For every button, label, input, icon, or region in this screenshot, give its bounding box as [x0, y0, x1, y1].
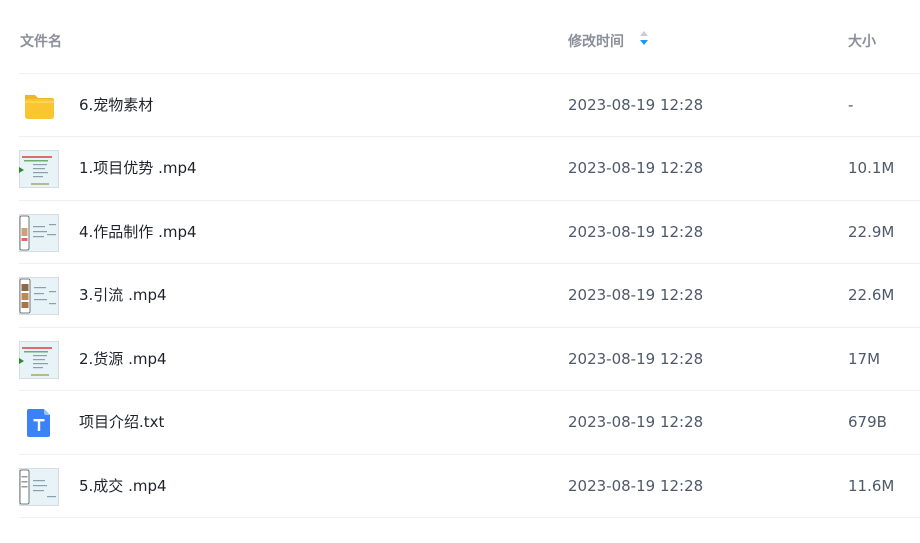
file-row[interactable]: 2.货源 .mp4 2023-08-19 12:28 17M — [19, 327, 920, 391]
file-row[interactable]: 5.成交 .mp4 2023-08-19 12:28 11.6M — [19, 454, 920, 518]
video-thumbnail — [19, 341, 59, 379]
column-header-modified-label: 修改时间 — [568, 34, 624, 50]
file-size: 17M — [848, 350, 881, 368]
video-thumbnail — [19, 214, 59, 252]
file-modified: 2023-08-19 12:28 — [568, 223, 704, 241]
video-thumbnail — [19, 150, 59, 188]
file-modified: 2023-08-19 12:28 — [568, 159, 704, 177]
folder-icon — [19, 87, 59, 125]
file-list: 文件名 修改时间 大小 6.宠物素材 2023-08-19 12:28 - 1.… — [0, 0, 920, 543]
file-modified: 2023-08-19 12:28 — [568, 96, 704, 114]
file-size: 22.9M — [848, 223, 895, 241]
file-row[interactable]: 4.作品制作 .mp4 2023-08-19 12:28 22.9M — [19, 200, 920, 264]
file-size: 10.1M — [848, 159, 895, 177]
text-file-icon — [19, 404, 59, 442]
file-row[interactable]: 项目介绍.txt 2023-08-19 12:28 679B — [19, 390, 920, 454]
column-header-modified[interactable]: 修改时间 — [568, 30, 649, 51]
list-header: 文件名 修改时间 大小 — [0, 0, 920, 74]
file-size: - — [848, 96, 854, 114]
column-header-size[interactable]: 大小 — [848, 33, 876, 51]
file-modified: 2023-08-19 12:28 — [568, 286, 704, 304]
file-modified: 2023-08-19 12:28 — [568, 350, 704, 368]
file-name[interactable]: 1.项目优势 .mp4 — [79, 158, 197, 178]
file-row[interactable]: 6.宠物素材 2023-08-19 12:28 - — [19, 73, 920, 137]
file-name[interactable]: 4.作品制作 .mp4 — [79, 222, 197, 242]
file-size: 679B — [848, 413, 887, 431]
file-name[interactable]: 项目介绍.txt — [79, 412, 164, 432]
file-name[interactable]: 3.引流 .mp4 — [79, 285, 167, 305]
file-name[interactable]: 5.成交 .mp4 — [79, 476, 167, 496]
column-header-name[interactable]: 文件名 — [20, 33, 62, 51]
file-size: 22.6M — [848, 286, 895, 304]
list-divider — [19, 517, 920, 518]
file-name[interactable]: 6.宠物素材 — [79, 95, 153, 115]
file-row[interactable]: 1.项目优势 .mp4 2023-08-19 12:28 10.1M — [19, 136, 920, 200]
video-thumbnail — [19, 468, 59, 506]
file-name[interactable]: 2.货源 .mp4 — [79, 349, 167, 369]
file-modified: 2023-08-19 12:28 — [568, 413, 704, 431]
file-size: 11.6M — [848, 477, 895, 495]
file-row[interactable]: 3.引流 .mp4 2023-08-19 12:28 22.6M — [19, 263, 920, 327]
file-modified: 2023-08-19 12:28 — [568, 477, 704, 495]
video-thumbnail — [19, 277, 59, 315]
sort-icon[interactable] — [639, 30, 649, 51]
